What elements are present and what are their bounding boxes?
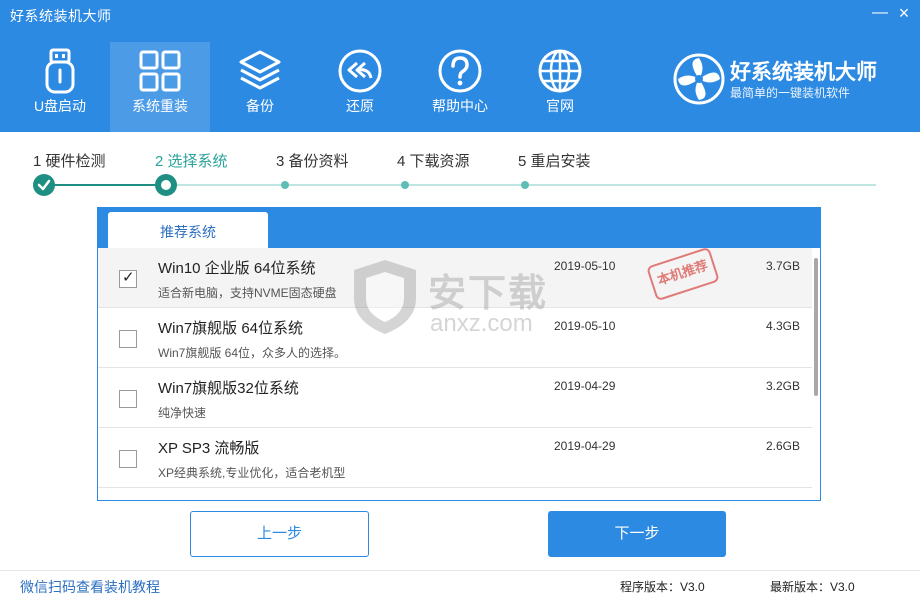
step-pending-marker	[281, 181, 289, 189]
app-title: 好系统装机大师	[10, 8, 112, 24]
step-label: 5 重启安装	[518, 153, 591, 170]
next-step-button[interactable]: 下一步	[548, 511, 726, 557]
nav-label: 还原	[346, 98, 374, 114]
step-pending-marker	[521, 181, 529, 189]
system-date: 2019-04-29	[554, 439, 616, 453]
system-row[interactable]: Win7旗舰版 64位系统 Win7旗舰版 64位，众多人的选择。 2019-0…	[98, 308, 812, 368]
system-size: 3.7GB	[765, 259, 800, 273]
system-checkbox[interactable]	[119, 330, 137, 348]
header-bar: 好系统装机大师 — × U盘启动 系统重装 备份 还原 帮助中心 官网 好系统装…	[0, 0, 920, 132]
nav-usb-boot[interactable]: U盘启动	[10, 42, 110, 132]
usb-drive-icon	[45, 48, 75, 94]
system-size: 4.3GB	[765, 319, 800, 333]
step-label: 3 备份资料	[276, 153, 349, 170]
brand-slogan: 最简单的一键装机软件	[730, 86, 851, 100]
brand-name: 好系统装机大师	[730, 61, 877, 84]
system-name: Win7旗舰版 64位系统	[158, 320, 304, 337]
system-description: 纯净快速	[158, 406, 207, 420]
close-button[interactable]: ×	[892, 2, 916, 24]
system-size: 2.6GB	[765, 439, 800, 453]
system-checkbox[interactable]	[119, 450, 137, 468]
check-icon	[37, 179, 51, 191]
step-label: 4 下载资源	[397, 153, 470, 170]
system-row[interactable]: Win7旗舰版32位系统 纯净快速 2019-04-29 3.2GB	[98, 368, 812, 428]
latest-version: 最新版本：V3.0	[770, 580, 855, 594]
step-pending-marker	[401, 181, 409, 189]
step-progress: 1 硬件检测 2 选择系统 3 备份资料 4 下载资源 5 重启安装	[0, 132, 920, 202]
system-checkbox[interactable]: ✓	[119, 269, 137, 288]
system-row[interactable]: ✓ Win10 企业版 64位系统 适合新电脑，支持NVME固态硬盘 2019-…	[98, 248, 812, 308]
system-size: 3.2GB	[765, 379, 800, 393]
system-row-partial[interactable]	[98, 488, 812, 500]
step-label: 2 选择系统	[155, 153, 228, 170]
system-checkbox[interactable]	[119, 390, 137, 408]
step-line-done	[44, 184, 166, 186]
system-list-panel: 推荐系统 ✓ Win10 企业版 64位系统 适合新电脑，支持NVME固态硬盘 …	[97, 207, 821, 501]
nav-system-reinstall[interactable]: 系统重装	[110, 42, 210, 132]
system-name: Win7旗舰版32位系统	[158, 380, 299, 397]
scrollbar-thumb[interactable]	[814, 258, 818, 396]
wechat-tutorial-link[interactable]: 微信扫码查看装机教程	[20, 577, 160, 597]
layers-icon	[239, 50, 281, 90]
brand-pinwheel-icon	[673, 53, 725, 105]
main-nav: U盘启动 系统重装 备份 还原 帮助中心 官网	[10, 42, 610, 132]
minimize-button[interactable]: —	[868, 2, 892, 24]
system-name: Win10 企业版 64位系统	[158, 260, 316, 277]
system-date: 2019-04-29	[554, 379, 616, 393]
step-label: 1 硬件检测	[33, 153, 106, 170]
system-description: XP经典系统,专业优化，适合老机型	[158, 466, 346, 480]
system-row[interactable]: XP SP3 流畅版 XP经典系统,专业优化，适合老机型 2019-04-29 …	[98, 428, 812, 488]
footer-divider	[0, 570, 920, 571]
nav-help-center[interactable]: 帮助中心	[410, 42, 510, 132]
help-question-icon	[438, 49, 482, 93]
system-date: 2019-05-10	[554, 319, 616, 333]
list-scrollbar[interactable]	[812, 248, 820, 500]
system-list: ✓ Win10 企业版 64位系统 适合新电脑，支持NVME固态硬盘 2019-…	[98, 248, 812, 500]
system-name: XP SP3 流畅版	[158, 440, 260, 457]
nav-label: 帮助中心	[432, 98, 488, 114]
nav-backup[interactable]: 备份	[210, 42, 310, 132]
brand-logo: 好系统装机大师 最简单的一键装机软件	[672, 52, 912, 106]
recommended-stamp: 本机推荐	[646, 248, 720, 302]
restore-arrows-icon	[338, 49, 382, 93]
tab-recommended-systems[interactable]: 推荐系统	[108, 212, 268, 248]
step-done-marker	[33, 174, 55, 196]
windows-grid-icon	[139, 50, 181, 92]
previous-step-button[interactable]: 上一步	[190, 511, 369, 557]
program-version: 程序版本：V3.0	[620, 580, 705, 594]
nav-restore[interactable]: 还原	[310, 42, 410, 132]
system-date: 2019-05-10	[554, 259, 616, 273]
system-description: Win7旗舰版 64位，众多人的选择。	[158, 346, 347, 360]
nav-label: 官网	[546, 98, 574, 114]
nav-official-site[interactable]: 官网	[510, 42, 610, 132]
nav-label: 备份	[246, 98, 274, 114]
checkmark-icon: ✓	[122, 269, 135, 286]
step-current-marker	[155, 174, 177, 196]
nav-label: U盘启动	[33, 98, 87, 114]
globe-icon	[538, 49, 582, 93]
nav-label: 系统重装	[132, 98, 188, 114]
panel-header: 推荐系统	[98, 208, 820, 248]
system-description: 适合新电脑，支持NVME固态硬盘	[158, 286, 337, 300]
